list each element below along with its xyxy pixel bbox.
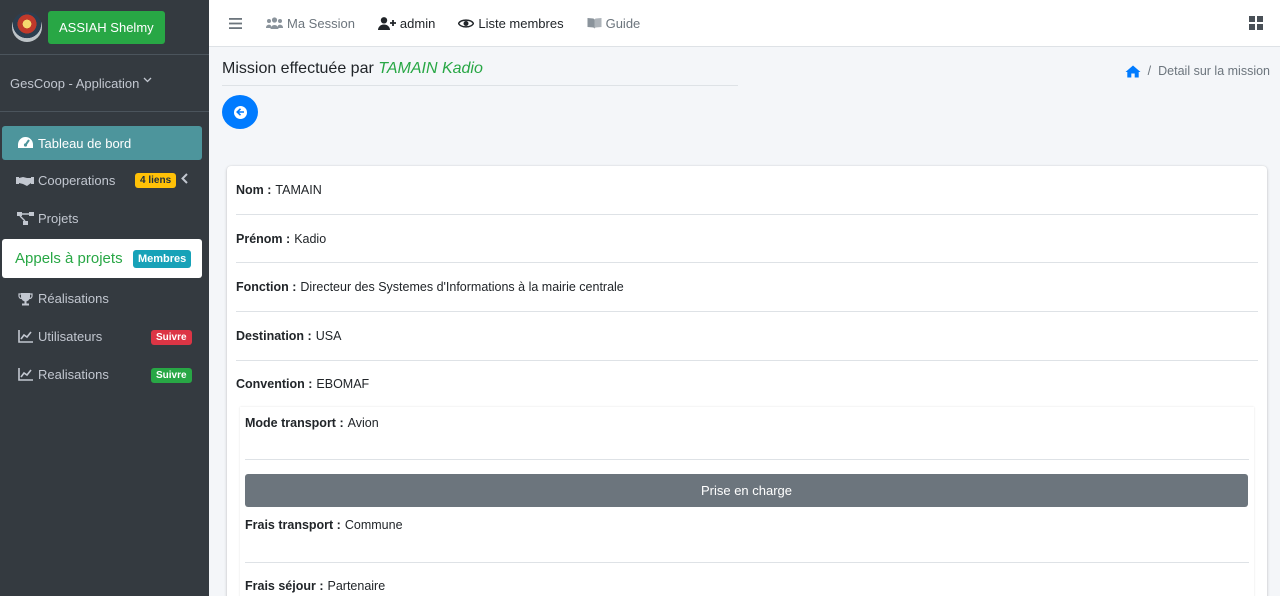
chevron-left-icon[interactable] — [181, 173, 188, 187]
brand: ASSIAH Shelmy — [0, 0, 209, 55]
sidebar-item-label: Tableau de bord — [38, 135, 132, 151]
field-label: Mode transport : — [245, 415, 344, 430]
project-diagram-icon — [15, 212, 35, 225]
breadcrumb: / Detail sur la mission — [1125, 64, 1270, 78]
field-destination: Destination : USA — [236, 312, 1258, 361]
handshake-icon — [15, 175, 35, 187]
sidebar-item-projets[interactable]: Projets — [2, 200, 202, 237]
field-fonction: Fonction : Directeur des Systemes d'Info… — [236, 263, 1258, 313]
sidebar-item-label: Réalisations — [38, 291, 109, 306]
admin-label: admin — [399, 15, 436, 31]
field-label: Nom : — [236, 182, 272, 197]
sidebar-nav: Tableau de bord Cooperations 4 liens Pro… — [0, 112, 209, 393]
sidebar-item-tableau-de-bord[interactable]: Tableau de bord — [2, 126, 202, 160]
page-title: Mission effectuée par TAMAIN Kadio — [222, 60, 738, 86]
liste-membres-label: Liste membres — [478, 15, 564, 31]
field-prenom: Prénom : Kadio — [236, 215, 1258, 264]
field-mode-transport: Mode transport : Avion — [245, 407, 1249, 460]
content-header: Mission effectuée par TAMAIN Kadio / Det… — [222, 60, 1272, 129]
admin-link[interactable]: admin — [377, 15, 436, 31]
sidebar-item-label: Cooperations — [38, 173, 116, 188]
page-title-name: TAMAIN Kadio — [378, 60, 483, 77]
sidebar-item-label: Realisations — [38, 367, 109, 382]
transport-subcard: Mode transport : Avion Prise en charge F… — [240, 406, 1254, 596]
back-button[interactable] — [222, 95, 258, 129]
field-value: Commune — [344, 517, 403, 532]
topbar: Ma Session admin Liste membres Guide — [209, 0, 1280, 47]
sidebar-item-utilisateurs[interactable]: Utilisateurs Suivre — [2, 318, 202, 355]
logo-icon — [12, 12, 42, 42]
home-icon[interactable] — [1125, 65, 1141, 78]
app-name-label: GesCoop - Application — [10, 75, 140, 91]
ma-session-link[interactable]: Ma Session — [266, 16, 355, 31]
caret-down-icon — [143, 75, 152, 85]
sidebar-item-appels-a-projets[interactable]: Appels à projets Membres — [2, 239, 202, 278]
user-button[interactable]: ASSIAH Shelmy — [48, 10, 165, 44]
field-value: USA — [315, 328, 342, 343]
user-plus-icon — [377, 16, 396, 30]
guide-link[interactable]: Guide — [587, 15, 641, 31]
sidebar: ASSIAH Shelmy GesCoop - Application Tabl… — [0, 0, 209, 596]
sidebar-item-label: Projets — [38, 211, 79, 226]
field-label: Frais transport : — [245, 517, 341, 532]
chart-line-icon — [15, 368, 35, 381]
field-value: Directeur des Systemes d'Informations à … — [300, 280, 624, 295]
mission-detail-card: Nom : TAMAIN Prénom : Kadio Fonction : D… — [227, 166, 1267, 596]
users-icon — [266, 17, 283, 29]
field-label: Convention : — [236, 376, 313, 391]
breadcrumb-current: Detail sur la mission — [1158, 64, 1270, 78]
suivre-badge: Suivre — [151, 330, 192, 345]
page-title-prefix: Mission effectuée par — [222, 60, 374, 77]
sidebar-item-label: Appels à projets — [15, 250, 123, 267]
field-label: Frais séjour : — [245, 578, 324, 593]
book-icon — [587, 17, 602, 29]
eye-icon — [458, 18, 475, 29]
field-label: Destination : — [236, 328, 312, 343]
field-nom: Nom : TAMAIN — [236, 166, 1258, 215]
sidebar-item-cooperations[interactable]: Cooperations 4 liens — [2, 162, 202, 199]
suivre-badge: Suivre — [151, 368, 192, 383]
ma-session-label: Ma Session — [287, 15, 355, 31]
hamburger-menu-icon[interactable] — [229, 17, 242, 29]
field-label: Prénom : — [236, 231, 291, 246]
field-label: Fonction : — [236, 280, 297, 295]
sidebar-item-label: Utilisateurs — [38, 329, 103, 344]
breadcrumb-separator: / — [1147, 64, 1152, 78]
field-value: Kadio — [294, 231, 327, 246]
field-value: Avion — [347, 415, 379, 430]
field-frais-sejour: Frais séjour : Partenaire — [245, 563, 1249, 596]
field-frais-transport: Frais transport : Commune — [245, 507, 1249, 563]
sidebar-item-realisations[interactable]: Réalisations — [2, 280, 202, 317]
trophy-icon — [15, 292, 35, 306]
dashboard-icon — [15, 136, 35, 150]
members-badge: Membres — [133, 250, 192, 268]
field-convention: Convention : EBOMAF — [236, 361, 1258, 407]
guide-label: Guide — [605, 15, 641, 31]
prise-en-charge-button[interactable]: Prise en charge — [245, 473, 1248, 507]
field-value: EBOMAF — [316, 376, 370, 391]
liste-membres-link[interactable]: Liste membres — [458, 15, 564, 31]
arrow-left-icon — [233, 105, 247, 119]
app-name[interactable]: GesCoop - Application — [0, 55, 209, 112]
field-value: TAMAIN — [275, 182, 322, 197]
field-value: Partenaire — [327, 578, 386, 593]
links-badge: 4 liens — [135, 173, 177, 188]
chart-line-icon — [15, 330, 35, 343]
apps-grid-icon[interactable] — [1249, 16, 1263, 30]
sidebar-item-realisations-2[interactable]: Realisations Suivre — [2, 356, 202, 393]
